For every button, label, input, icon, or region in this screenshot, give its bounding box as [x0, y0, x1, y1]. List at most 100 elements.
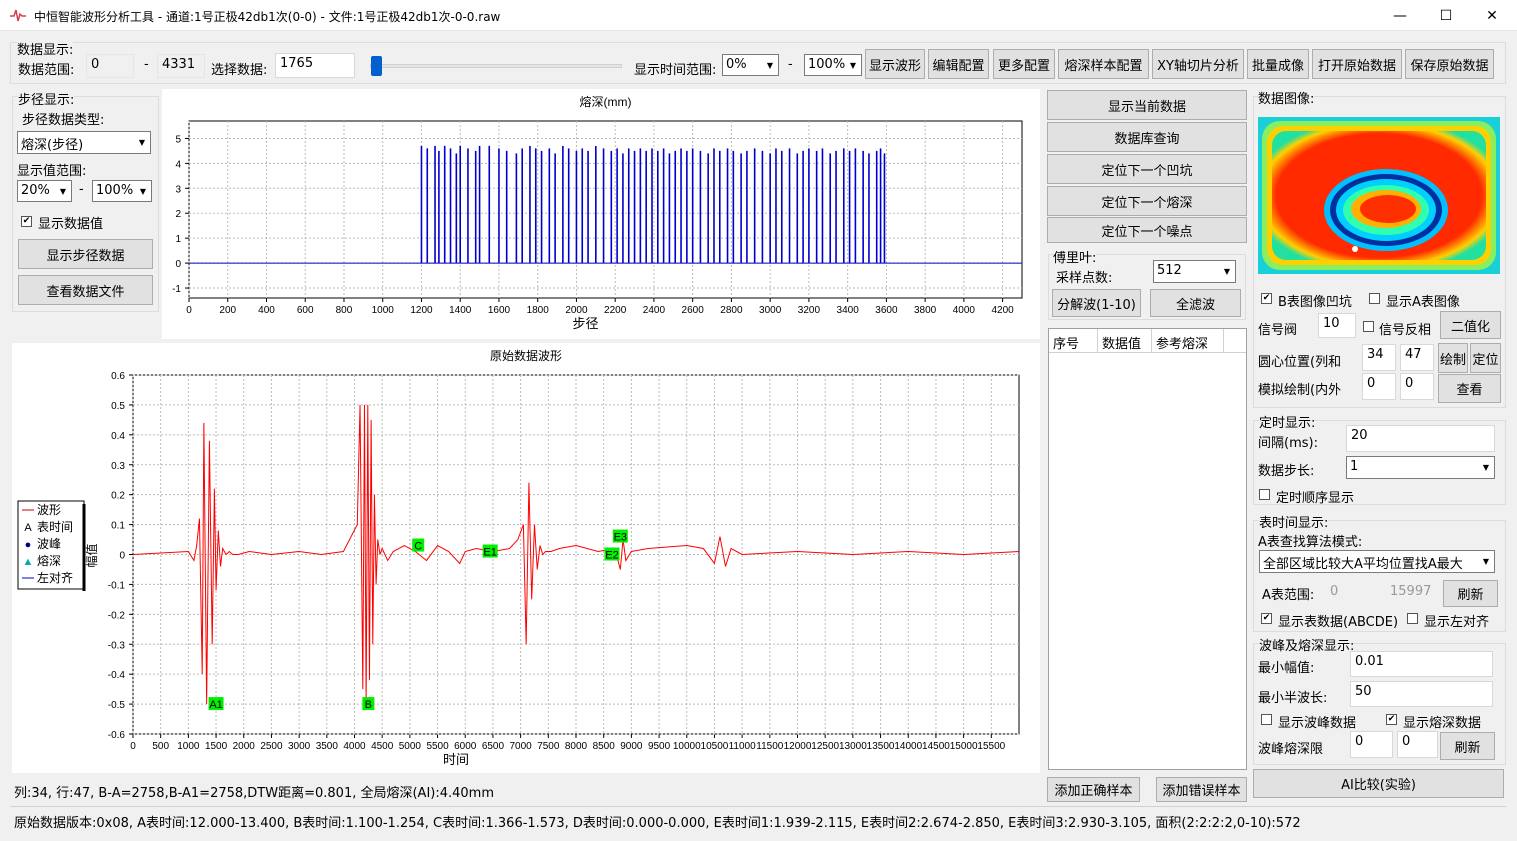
depth-sample-config-button[interactable]: 熔深样本配置: [1058, 49, 1149, 79]
edit-config-button[interactable]: 编辑配置: [928, 49, 989, 79]
show-a-image-checkbox[interactable]: [1369, 293, 1380, 304]
time-from-select[interactable]: 0% ▼: [722, 54, 779, 76]
chevron-down-icon: ▼: [135, 181, 151, 201]
open-raw-data-button[interactable]: 打开原始数据: [1312, 49, 1402, 79]
step-range-from-select[interactable]: 20% ▼: [17, 180, 72, 202]
annotation-label: E2: [605, 550, 618, 562]
y-tick-label: 3: [175, 184, 181, 195]
maximize-button[interactable]: ☐: [1423, 0, 1469, 31]
add-correct-sample-button[interactable]: 添加正确样本: [1047, 777, 1140, 802]
raw-waveform-chart[interactable]: 原始数据波形 0 500 1000 1500 2000 2500 3000 3500 4000 45…: [12, 343, 1040, 773]
x-tick-label: 1400: [449, 305, 472, 316]
more-config-button[interactable]: 更多配置: [993, 49, 1055, 79]
time-to-select[interactable]: 100% ▼: [804, 54, 862, 76]
y-tick-label: 4: [175, 159, 181, 170]
x-tick-label: 10000: [673, 741, 701, 752]
show-table-data-checkbox[interactable]: ✔: [1261, 613, 1272, 624]
show-values-checkbox[interactable]: ✔: [21, 216, 32, 227]
left-align-label: 显示左对齐: [1424, 615, 1490, 630]
batch-imaging-button[interactable]: 批量成像: [1247, 49, 1309, 79]
show-step-data-button[interactable]: 显示步径数据: [18, 239, 153, 269]
range-label: 数据范围:: [18, 63, 75, 78]
status-line-2: 原始数据版本:0x08, A表时间:12.000-13.400, B表时间:1.…: [14, 812, 1504, 830]
signal-threshold-input[interactable]: 10: [1318, 313, 1356, 338]
show-values-label: 显示数据值: [38, 217, 104, 232]
xy-slice-analysis-button[interactable]: XY轴切片分析: [1152, 49, 1244, 79]
chevron-down-icon: ▼: [1478, 457, 1494, 478]
invert-checkbox[interactable]: [1363, 321, 1374, 332]
a-range-label: A表范围:: [1262, 588, 1315, 603]
a-mode-select[interactable]: 全部区域比较大A平均位置找A最大 ▼: [1259, 550, 1495, 573]
add-wrong-sample-button[interactable]: 添加错误样本: [1156, 777, 1247, 802]
x-tick-label: 400: [258, 305, 275, 316]
sim-inner-input[interactable]: 0: [1362, 373, 1396, 400]
legend-label: 左对齐: [37, 570, 73, 585]
peak-data-checkbox[interactable]: [1261, 714, 1272, 725]
slider-thumb[interactable]: [370, 56, 382, 76]
view-button[interactable]: 查看: [1438, 374, 1501, 403]
column-header-ref-depth[interactable]: 参考熔深: [1152, 329, 1224, 352]
depth-data-checkbox[interactable]: ✔: [1386, 714, 1397, 725]
select-data-label: 选择数据:: [211, 63, 268, 78]
locate-button[interactable]: 定位: [1470, 343, 1501, 373]
refresh-depth-button[interactable]: 刷新: [1440, 732, 1495, 760]
full-filter-button[interactable]: 全滤波: [1150, 289, 1241, 317]
close-button[interactable]: ✕: [1469, 0, 1515, 31]
locate-next-pit-button[interactable]: 定位下一个凹坑: [1047, 154, 1247, 184]
range-to-field: 4331: [157, 54, 205, 78]
step-range-to-value: 100%: [96, 183, 134, 198]
save-raw-data-button[interactable]: 保存原始数据: [1405, 49, 1494, 79]
legend-label: 波峰: [37, 537, 61, 551]
database-query-button[interactable]: 数据库查询: [1047, 122, 1247, 152]
range-dash: -: [144, 57, 149, 72]
draw-button[interactable]: 绘制: [1438, 343, 1468, 373]
refresh-a-range-button[interactable]: 刷新: [1443, 580, 1498, 607]
x-tick-label: 13000: [839, 741, 867, 752]
x-tick-label: 9000: [620, 741, 643, 752]
min-amp-input[interactable]: 0.01: [1350, 651, 1493, 677]
sample-table[interactable]: 序号 数据值 参考熔深: [1048, 328, 1247, 770]
show-current-data-button[interactable]: 显示当前数据: [1047, 90, 1247, 120]
show-wave-button[interactable]: 显示波形: [865, 49, 925, 79]
binarize-button[interactable]: 二值化: [1440, 311, 1501, 339]
x-tick-label: 1600: [488, 305, 511, 316]
ai-compare-button[interactable]: AI比较(实验): [1253, 769, 1504, 798]
x-tick-label: 2000: [233, 741, 256, 752]
y-tick-label: -0.5: [108, 700, 126, 711]
interval-input[interactable]: 20: [1346, 425, 1495, 452]
column-header-index[interactable]: 序号: [1049, 329, 1098, 352]
timer-seq-checkbox[interactable]: [1259, 489, 1270, 500]
y-tick-label: -0.6: [108, 730, 126, 741]
locate-next-depth-button[interactable]: 定位下一个熔深: [1047, 186, 1247, 216]
y-tick-label: 0.4: [111, 431, 125, 442]
step-type-select[interactable]: 熔深(步径) ▼: [17, 131, 151, 154]
x-tick-label: 11000: [729, 741, 757, 752]
locate-next-noise-button[interactable]: 定位下一个噪点: [1047, 217, 1247, 243]
a-mode-label: A表查找算法模式:: [1258, 535, 1363, 550]
minimize-button[interactable]: —: [1377, 0, 1423, 31]
annotation-label: E3: [614, 532, 627, 544]
sim-outer-input[interactable]: 0: [1400, 373, 1434, 400]
decompose-wave-button[interactable]: 分解波(1-10): [1052, 289, 1141, 317]
center-y-input[interactable]: 47: [1400, 344, 1434, 371]
step-range-to-select[interactable]: 100% ▼: [92, 180, 152, 202]
depth-limit-low-input[interactable]: 0: [1350, 731, 1393, 758]
depth-limit-high-input[interactable]: 0: [1397, 731, 1438, 758]
b-pit-checkbox[interactable]: ✔: [1261, 293, 1272, 304]
samples-select[interactable]: 512 ▼: [1153, 260, 1236, 283]
x-tick-label: 2200: [604, 305, 627, 316]
select-data-input[interactable]: 1765: [275, 53, 355, 78]
sim-draw-label: 模拟绘制(内外: [1258, 383, 1342, 398]
x-tick-label: 0: [130, 741, 136, 752]
data-image-heatmap[interactable]: [1258, 117, 1500, 274]
view-data-file-button[interactable]: 查看数据文件: [18, 275, 153, 305]
min-half-input[interactable]: 50: [1350, 681, 1493, 707]
step-depth-chart[interactable]: 熔深(mm) 0 200 400 600 800 1000 1200 1400 1600 1800 2…: [162, 89, 1040, 339]
left-align-checkbox[interactable]: [1407, 613, 1418, 624]
plot-area: [188, 120, 1023, 299]
center-x-input[interactable]: 34: [1362, 344, 1396, 371]
column-header-value[interactable]: 数据值: [1098, 329, 1152, 352]
data-step-select[interactable]: 1 ▼: [1346, 456, 1495, 479]
check-icon: ✔: [1262, 613, 1271, 623]
data-slider[interactable]: [364, 55, 628, 77]
